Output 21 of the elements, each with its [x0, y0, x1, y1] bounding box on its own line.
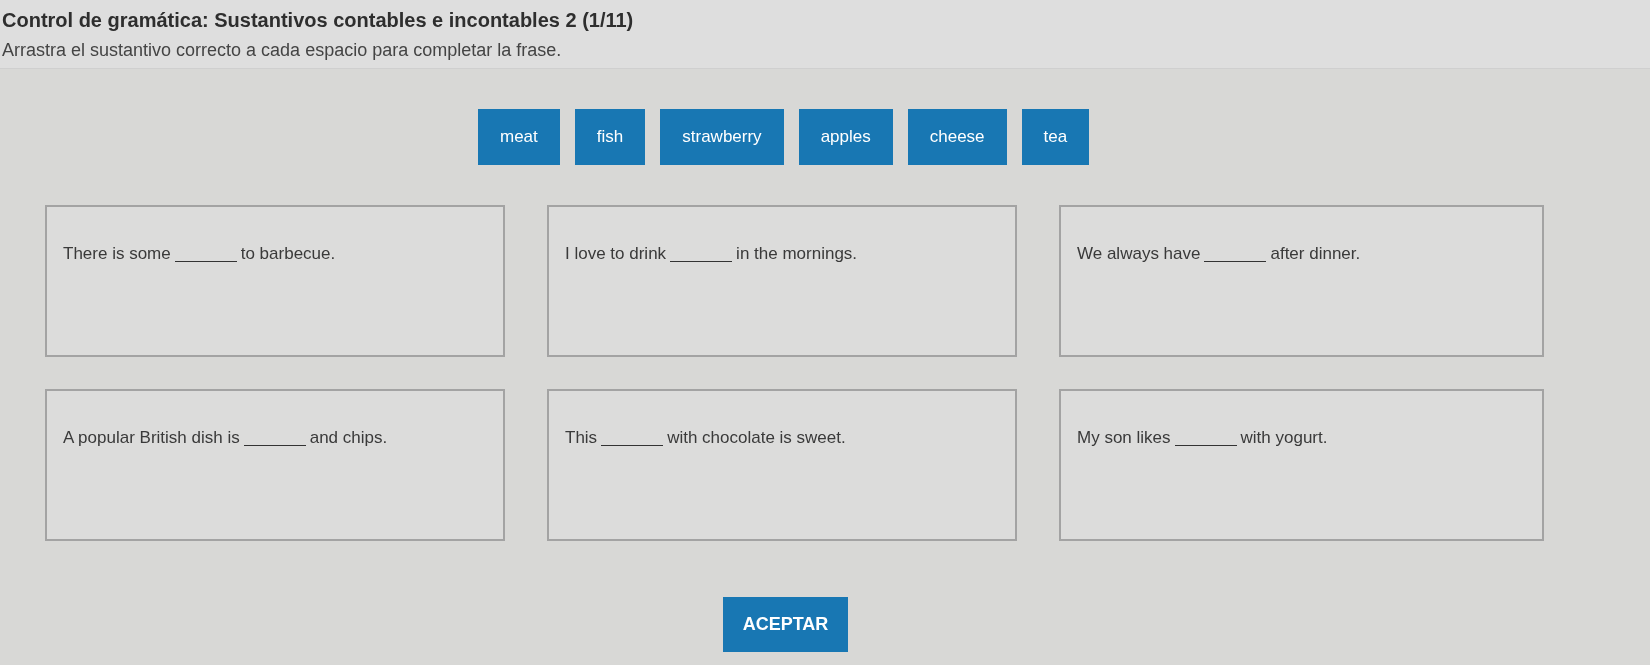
sentence-text: with chocolate is sweet.	[667, 427, 846, 449]
sentence-text: to barbecue.	[240, 243, 336, 265]
sentence-text: after dinner.	[1270, 243, 1361, 265]
sentence-text: This	[565, 427, 598, 449]
word-tile[interactable]: apples	[798, 109, 893, 165]
sentence-text: in the mornings.	[736, 243, 858, 265]
sentence-text: and chips.	[309, 427, 388, 449]
sentence-text: A popular British dish is	[63, 427, 240, 449]
sentence-text: My son likes	[1077, 427, 1171, 449]
word-tile[interactable]: strawberry	[660, 109, 784, 165]
sentence-text: I love to drink	[565, 243, 667, 265]
accept-button[interactable]: ACEPTAR	[723, 597, 848, 652]
word-tile[interactable]: cheese	[907, 109, 1007, 165]
quiz-title: Control de gramática: Sustantivos contables e incontables 2 (1/11)	[2, 8, 634, 32]
word-tile[interactable]: meat	[478, 109, 560, 165]
sentence-text: with yogurt.	[1240, 427, 1328, 449]
word-tile[interactable]: fish	[574, 109, 646, 165]
instruction-text: Arrastra el sustantivo correcto a cada espacio para completar la frase.	[2, 39, 562, 62]
word-tile[interactable]: tea	[1021, 109, 1090, 165]
sentence-text: We always have	[1077, 243, 1201, 265]
sentence-text: There is some	[63, 243, 171, 265]
